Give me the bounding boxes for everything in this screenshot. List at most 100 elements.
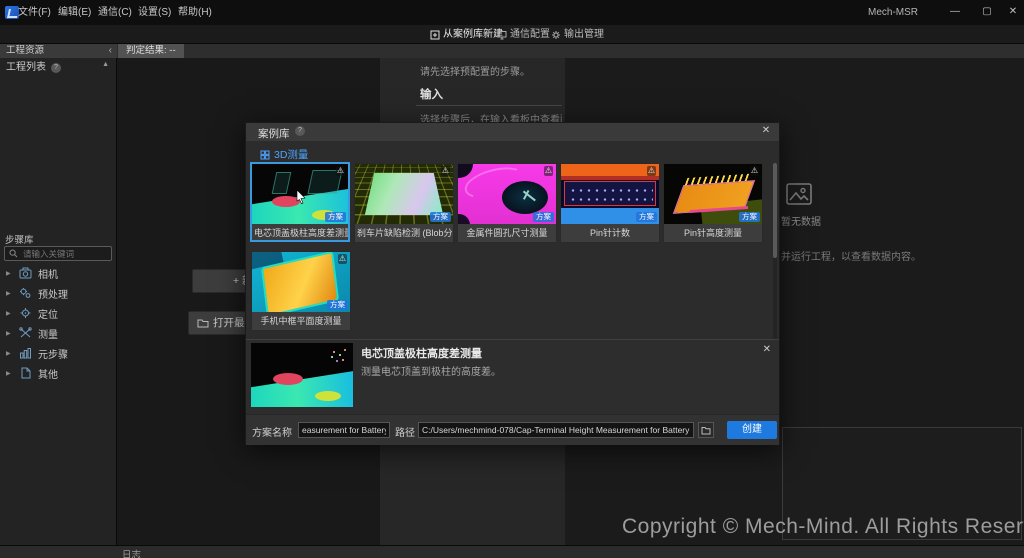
menu-settings[interactable]: 设置(S) xyxy=(134,6,175,20)
dialog-help-icon[interactable]: ? xyxy=(295,126,305,136)
new-case-icon xyxy=(430,30,440,40)
help-badge-icon: ? xyxy=(51,63,61,73)
maximize-button[interactable]: ▢ xyxy=(976,4,998,20)
app-window: 文件(F) 编辑(E) 通信(C) 设置(S) 帮助(H) Mech-MSR —… xyxy=(0,0,1024,558)
sidebar-item-measure[interactable]: ▶ 测量 xyxy=(0,324,117,342)
log-tab[interactable]: 日志 xyxy=(122,547,141,558)
folder-icon xyxy=(701,426,711,435)
select-step-hint: 请先选择预配置的步骤。 xyxy=(420,63,530,78)
title-bar: 文件(F) 编辑(E) 通信(C) 设置(S) 帮助(H) Mech-MSR —… xyxy=(0,0,1024,25)
path-input[interactable] xyxy=(418,422,694,438)
solution-badge: 方案 xyxy=(533,212,554,222)
input-divider xyxy=(416,105,562,106)
close-button[interactable]: ✕ xyxy=(1002,4,1024,20)
menu-edit[interactable]: 编辑(E) xyxy=(54,6,95,20)
expand-icon[interactable]: ▶ xyxy=(6,350,13,357)
result-tab[interactable]: 判定结果: -- xyxy=(118,44,184,58)
menu-file[interactable]: 文件(F) xyxy=(14,6,55,20)
solution-badge: 方案 xyxy=(739,212,760,222)
expand-icon[interactable]: ▶ xyxy=(6,270,13,277)
solution-name-label: 方案名称 xyxy=(252,424,292,439)
card-thumbnail-metal-hole: ⚠ 方案 xyxy=(458,164,556,224)
card-thumbnail-battery-cap: ⚠ 方案 xyxy=(252,164,348,224)
sidebar-item-preprocess[interactable]: ▶ 预处理 xyxy=(0,284,117,302)
tab-new-from-case-library[interactable]: 从案例库新建 xyxy=(430,28,503,42)
case-card-pin-height[interactable]: ⚠ 方案 Pin针高度测量 xyxy=(663,163,763,243)
menu-help[interactable]: 帮助(H) xyxy=(174,6,216,20)
warning-icon: ⚠ xyxy=(336,166,345,176)
sidebar-item-camera[interactable]: ▶ 相机 xyxy=(0,264,117,282)
dialog-scrollbar-thumb[interactable] xyxy=(773,163,777,258)
case-detail-section: 电芯顶盖极柱高度差测量 测量电芯顶盖到极柱的高度差。 ✕ xyxy=(246,339,779,414)
calipers-icon xyxy=(19,327,32,339)
camera-icon xyxy=(19,267,32,279)
tab-communication-config[interactable]: 通信配置 xyxy=(497,28,550,42)
solution-badge: 方案 xyxy=(325,212,346,222)
case-library-dialog: 案例库 ? ✕ 3D测量 ⚠ 方案 电芯顶盖极柱高度差测量 xyxy=(245,122,780,445)
card-thumbnail-pin-count: ⚠ 方案 xyxy=(561,164,659,224)
left-sidebar: 工程资源 ‹ 工程列表? ▲ 步骤库 ▶ 相机 ▶ 预处理 ▶ 定位 ▶ xyxy=(0,44,117,545)
expand-icon[interactable]: ▶ xyxy=(6,290,13,297)
case-card-pin-count[interactable]: ⚠ 方案 Pin针计数 xyxy=(560,163,660,243)
card-label: 刹车片缺陷检测 (Blob分析) xyxy=(355,224,453,243)
gears-icon xyxy=(19,287,32,299)
card-thumbnail-brake-pad: ⚠ 方案 xyxy=(355,164,453,224)
log-bar: 日志 xyxy=(0,545,1024,558)
create-button[interactable]: 创建 xyxy=(727,421,777,439)
monitor-icon xyxy=(497,30,507,40)
expand-icon[interactable]: ▶ xyxy=(6,330,13,337)
warning-icon: ⚠ xyxy=(441,166,450,176)
case-card-metal-hole[interactable]: ⚠ 方案 金属件圆孔尺寸测量 xyxy=(457,163,557,243)
collapse-up-icon[interactable]: ▲ xyxy=(102,61,109,68)
card-grid: ⚠ 方案 电芯顶盖极柱高度差测量 ⚠ 方案 刹车片缺陷检测 (Blob分析) ⚠ xyxy=(246,161,779,339)
warning-icon: ⚠ xyxy=(338,254,347,264)
menu-communication[interactable]: 通信(C) xyxy=(94,6,136,20)
card-label: 电芯顶盖极柱高度差测量 xyxy=(252,224,348,243)
minimize-button[interactable]: — xyxy=(944,4,966,20)
dialog-close-icon[interactable]: ✕ xyxy=(759,125,773,136)
run-project-hint: 并运行工程，以查看数据内容。 xyxy=(781,248,921,263)
folder-open-icon xyxy=(197,318,209,328)
expand-icon[interactable]: ▶ xyxy=(6,370,13,377)
gear-icon xyxy=(551,30,561,40)
sidebar-item-meta-step[interactable]: ▶ 元步骤 xyxy=(0,344,117,362)
grid-3d-icon xyxy=(260,150,270,160)
solution-badge: 方案 xyxy=(327,300,348,310)
case-card-brake-pad[interactable]: ⚠ 方案 刹车片缺陷检测 (Blob分析) xyxy=(354,163,454,243)
steps-icon xyxy=(19,347,32,359)
no-data-text: 暂无数据 xyxy=(781,213,821,228)
step-library-header: 步骤库 xyxy=(5,232,34,246)
case-card-battery-cap[interactable]: ⚠ 方案 电芯顶盖极柱高度差测量 xyxy=(250,162,350,242)
window-title: Mech-MSR xyxy=(868,7,918,18)
path-label: 路径 xyxy=(395,424,415,439)
sidebar-item-other[interactable]: ▶ 其他 xyxy=(0,364,117,382)
dialog-title-bar: 案例库 ? ✕ xyxy=(246,123,779,141)
detail-thumbnail xyxy=(251,343,353,407)
warning-icon: ⚠ xyxy=(647,166,656,176)
search-input[interactable] xyxy=(21,248,107,260)
browse-folder-button[interactable] xyxy=(698,422,714,438)
expand-icon[interactable]: ▶ xyxy=(6,310,13,317)
result-tab-strip xyxy=(117,44,1024,58)
collapse-left-icon[interactable]: ‹ xyxy=(109,44,112,58)
project-list-row[interactable]: 工程列表? xyxy=(0,60,117,76)
copyright-text: Copyright © Mech-Mind. All Rights Reserv… xyxy=(622,515,1024,539)
warning-icon: ⚠ xyxy=(544,166,553,176)
warning-icon: ⚠ xyxy=(750,166,759,176)
category-3d-measure[interactable]: 3D测量 xyxy=(260,147,308,162)
case-card-phone-frame[interactable]: ⚠ 方案 手机中框平面度测量 xyxy=(251,251,351,331)
solution-name-input[interactable] xyxy=(298,422,390,438)
crosshair-icon xyxy=(19,307,32,319)
step-search-box[interactable] xyxy=(4,246,112,261)
no-data-image-icon xyxy=(786,182,812,206)
search-icon xyxy=(9,249,18,258)
card-label: 金属件圆孔尺寸测量 xyxy=(458,224,556,243)
detail-close-icon[interactable]: ✕ xyxy=(763,344,771,355)
detail-description: 测量电芯顶盖到极柱的高度差。 xyxy=(361,363,501,378)
solution-badge: 方案 xyxy=(636,212,657,222)
tab-output-management[interactable]: 输出管理 xyxy=(551,28,604,42)
card-label: Pin针计数 xyxy=(561,224,659,243)
sidebar-item-locate[interactable]: ▶ 定位 xyxy=(0,304,117,322)
document-icon xyxy=(19,367,32,379)
dialog-title: 案例库 xyxy=(258,126,290,141)
